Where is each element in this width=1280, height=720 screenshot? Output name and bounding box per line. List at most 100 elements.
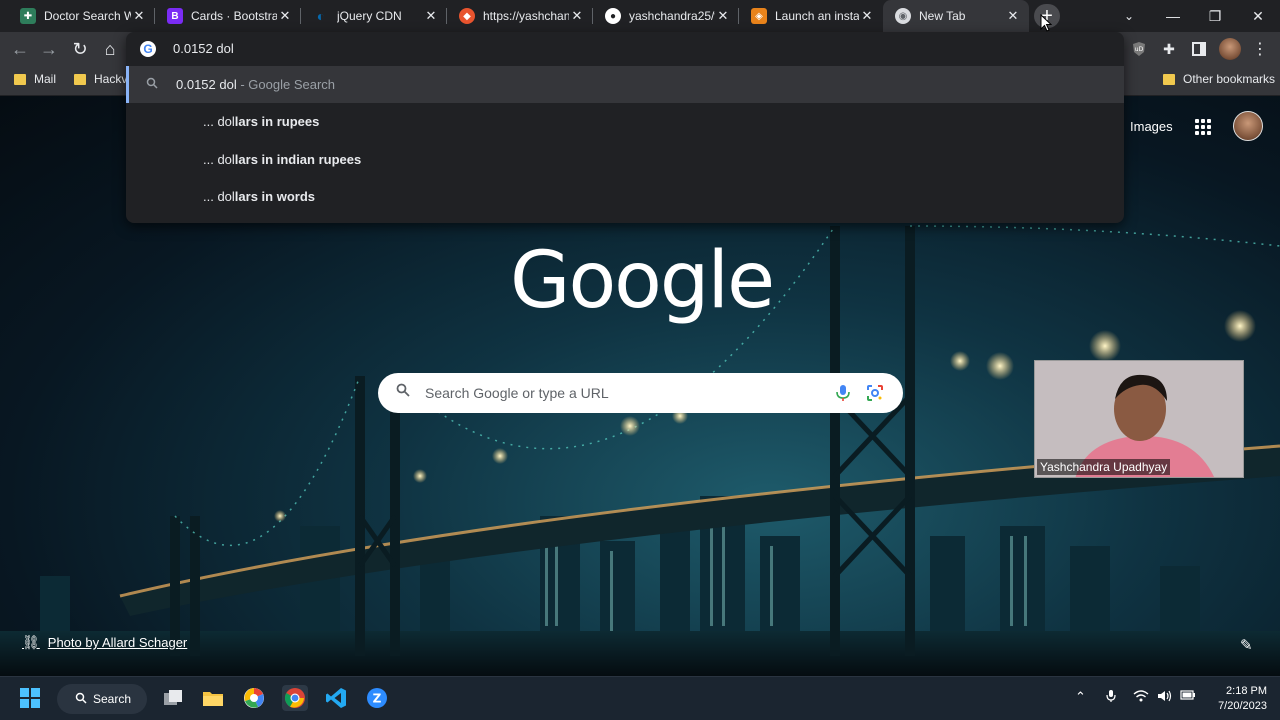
suggestion-text: ... dollars in rupees [203,114,319,129]
extensions-puzzle-icon[interactable]: ✚ [1159,39,1179,59]
tab-launch-instance[interactable]: ◈ Launch an instan ✕ [739,0,883,32]
suggestion-text: 0.0152 dol - Google Search [176,77,335,92]
bootstrap-favicon-icon: B [167,8,183,24]
microphone-icon[interactable] [1105,689,1117,706]
battery-icon[interactable] [1180,689,1196,704]
home-icon[interactable]: ⌂ [98,37,122,61]
omnibox-text[interactable]: 0.0152 dol [173,41,234,56]
photo-credit-link[interactable]: ⛓ Photo by Allard Schager [22,634,187,651]
suggestion-query: 0.0152 dol [176,77,237,92]
ntp-search-input[interactable] [425,381,825,405]
omnibox-suggestion[interactable]: ... dollars in indian rupees [126,141,1124,178]
close-icon[interactable]: ✕ [131,8,147,24]
minimize-icon[interactable]: — [1151,0,1195,32]
bookmark-other[interactable]: Other bookmarks [1163,72,1275,86]
clock-date: 7/20/2023 [1218,700,1267,712]
tab-search-icon[interactable]: ⌄ [1107,0,1151,32]
wifi-icon[interactable] [1133,689,1149,706]
restore-icon[interactable]: ❐ [1193,0,1237,32]
search-icon [75,692,87,707]
mouse-cursor-icon [1040,14,1052,32]
folder-icon [74,73,86,85]
tab-title: jQuery CDN [337,9,402,23]
task-view-icon[interactable] [160,685,186,711]
google-app-icon[interactable] [241,685,267,711]
tab-title: New Tab [919,9,966,23]
omnibox-input[interactable]: G 0.0152 dol [126,32,1124,66]
close-window-icon[interactable]: ✕ [1236,0,1280,32]
link-icon: ⛓ [22,634,40,650]
system-clock[interactable]: 2:18 PM 7/20/2023 [1207,684,1267,714]
google-g-icon: G [140,41,156,57]
bookmark-label: Mail [34,72,57,86]
windows-start-icon[interactable] [17,685,43,711]
jquery-favicon-icon: ◐ [316,8,326,24]
close-icon[interactable]: ✕ [423,8,439,24]
tab-strip: ✚ Doctor Search W ✕ B Cards · Bootstrap … [0,0,1280,32]
omnibox-suggestion[interactable]: ... dollars in words [126,178,1124,215]
profile-avatar[interactable] [1219,38,1241,60]
tab-doctor-search[interactable]: ✚ Doctor Search W ✕ [8,0,155,32]
close-icon[interactable]: ✕ [859,8,875,24]
search-icon [396,383,410,400]
tab-yashchan-url[interactable]: ◆ https://yashchan ✕ [447,0,593,32]
git-favicon-icon: ◆ [459,8,475,24]
google-apps-icon[interactable] [1195,119,1211,135]
tab-jquery-cdn[interactable]: ◐ jQuery CDN ✕ [301,0,447,32]
menu-kebab-icon[interactable]: ⋮ [1250,39,1270,59]
suggestion-prefix: ... dol [203,152,235,167]
ntp-search-box[interactable] [378,373,903,413]
suggestion-completion: lars in rupees [234,114,320,129]
taskbar-search-label: Search [93,692,132,706]
ublock-extension-icon[interactable]: uD [1129,39,1149,59]
close-icon[interactable]: ✕ [1005,8,1021,24]
suggestion-completion: lars in words [234,189,315,204]
search-icon [146,77,158,92]
voice-search-mic-icon[interactable] [833,383,853,403]
github-favicon-icon: ● [605,8,621,24]
bookmark-label: Other bookmarks [1183,72,1276,86]
chevron-up-icon[interactable]: ⌃ [1075,689,1086,705]
close-icon[interactable]: ✕ [569,8,585,24]
file-explorer-icon[interactable] [200,685,226,711]
bookmark-hackv[interactable]: Hackv [74,72,127,86]
zoom-app-icon[interactable]: Z [364,685,390,711]
vscode-icon[interactable] [323,685,349,711]
close-icon[interactable]: ✕ [715,8,731,24]
tab-new-tab[interactable]: ◉ New Tab ✕ [883,0,1029,32]
webcam-video-overlay: Yashchandra Upadhyay [1034,360,1244,478]
tab-bootstrap-cards[interactable]: B Cards · Bootstrap ✕ [155,0,301,32]
tab-title: Doctor Search W [44,9,131,23]
suggestion-text: ... dollars in indian rupees [203,152,361,167]
volume-icon[interactable] [1157,689,1173,706]
tab-github-repo[interactable]: ● yashchandra25/f ✕ [593,0,739,32]
account-avatar[interactable] [1233,111,1263,141]
svg-text:Z: Z [373,692,382,706]
tab-title: Cards · Bootstrap [191,9,277,23]
suggestion-text: ... dollars in words [203,189,315,204]
suggestion-suffix: - Google Search [240,77,336,92]
forward-arrow-icon[interactable]: → [37,37,61,61]
suggestion-completion: lars in indian rupees [234,152,362,167]
chrome-favicon-icon: ◉ [895,8,911,24]
aws-favicon-icon: ◈ [751,8,767,24]
google-lens-icon[interactable] [866,384,884,402]
customize-pencil-icon[interactable]: ✎ [1240,636,1253,654]
folder-icon [14,73,26,85]
photo-credit-text: Photo by Allard Schager [47,635,188,650]
omnibox-suggestion-search[interactable]: 0.0152 dol - Google Search [126,66,1124,103]
tab-title: https://yashchan [483,9,569,23]
clock-time: 2:18 PM [1226,685,1267,697]
omnibox-suggestion[interactable]: ... dollars in rupees [126,103,1124,140]
side-panel-icon[interactable] [1189,39,1209,59]
taskbar-search-button[interactable]: Search [57,684,147,714]
close-icon[interactable]: ✕ [277,8,293,24]
folder-icon [1163,73,1175,85]
chrome-taskbar-icon[interactable] [282,685,308,711]
reload-icon[interactable]: ↻ [68,37,92,61]
bookmark-mail[interactable]: Mail [14,72,56,86]
back-arrow-icon[interactable]: ← [8,37,32,61]
participant-name: Yashchandra Upadhyay [1037,459,1171,475]
images-link[interactable]: Images [1130,119,1173,134]
bookmark-label: Hackv [94,72,128,86]
